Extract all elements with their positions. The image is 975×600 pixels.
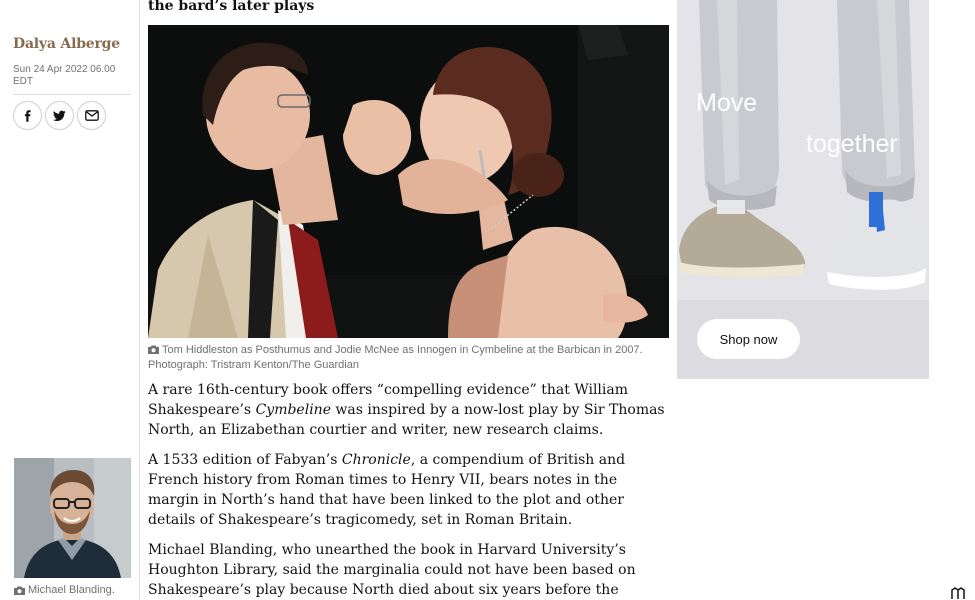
main-image-caption: Tom Hiddleston as Posthumus and Jodie Mc… [148,343,669,373]
paragraph-text: Michael Blanding, who unearthed the book… [148,542,636,598]
share-buttons [13,101,106,130]
play-title-cymbeline: Cymbeline [255,402,331,418]
ad-text-move: Move [696,89,758,117]
share-twitter-button[interactable] [45,101,74,130]
article-paragraph: Michael Blanding, who unearthed the book… [148,540,669,600]
side-image-caption-text: Michael Blanding. [28,584,115,596]
byline-divider [13,94,131,95]
byline-author[interactable]: Dalya Alberge [13,36,120,52]
camera-icon [148,345,159,354]
ad-text-together: together [806,130,898,158]
article-paragraph: A rare 16th-century book offers “compell… [148,380,669,440]
byline-column: Dalya Alberge Sun 24 Apr 2022 06.00 EDT [13,0,131,600]
headline-standfirst: the bard’s later plays [148,0,315,14]
twitter-icon [53,110,66,121]
side-image-caption: Michael Blanding. [14,584,115,596]
camera-icon [14,586,25,595]
side-image-michael-blanding [14,458,131,578]
book-title-chronicle: Chronicle [341,452,411,468]
dateline: Sun 24 Apr 2022 06.00 EDT [13,64,116,87]
paragraph-text: A 1533 edition of Fabyan’s [148,452,342,468]
email-icon [84,110,99,121]
share-email-button[interactable] [77,101,106,130]
article-body: A rare 16th-century book offers “compell… [148,380,669,600]
column-divider [139,0,140,600]
feedback-icon[interactable] [945,586,971,600]
main-image-cymbeline [148,25,669,338]
advertisement[interactable]: Move together Shop now [677,0,929,379]
share-facebook-button[interactable] [13,101,42,130]
article-paragraph: A 1533 edition of Fabyan’s Chronicle, a … [148,450,669,530]
facebook-icon [24,109,31,122]
main-image-caption-text: Tom Hiddleston as Posthumus and Jodie Mc… [148,344,643,371]
shop-now-button[interactable]: Shop now [697,319,800,359]
